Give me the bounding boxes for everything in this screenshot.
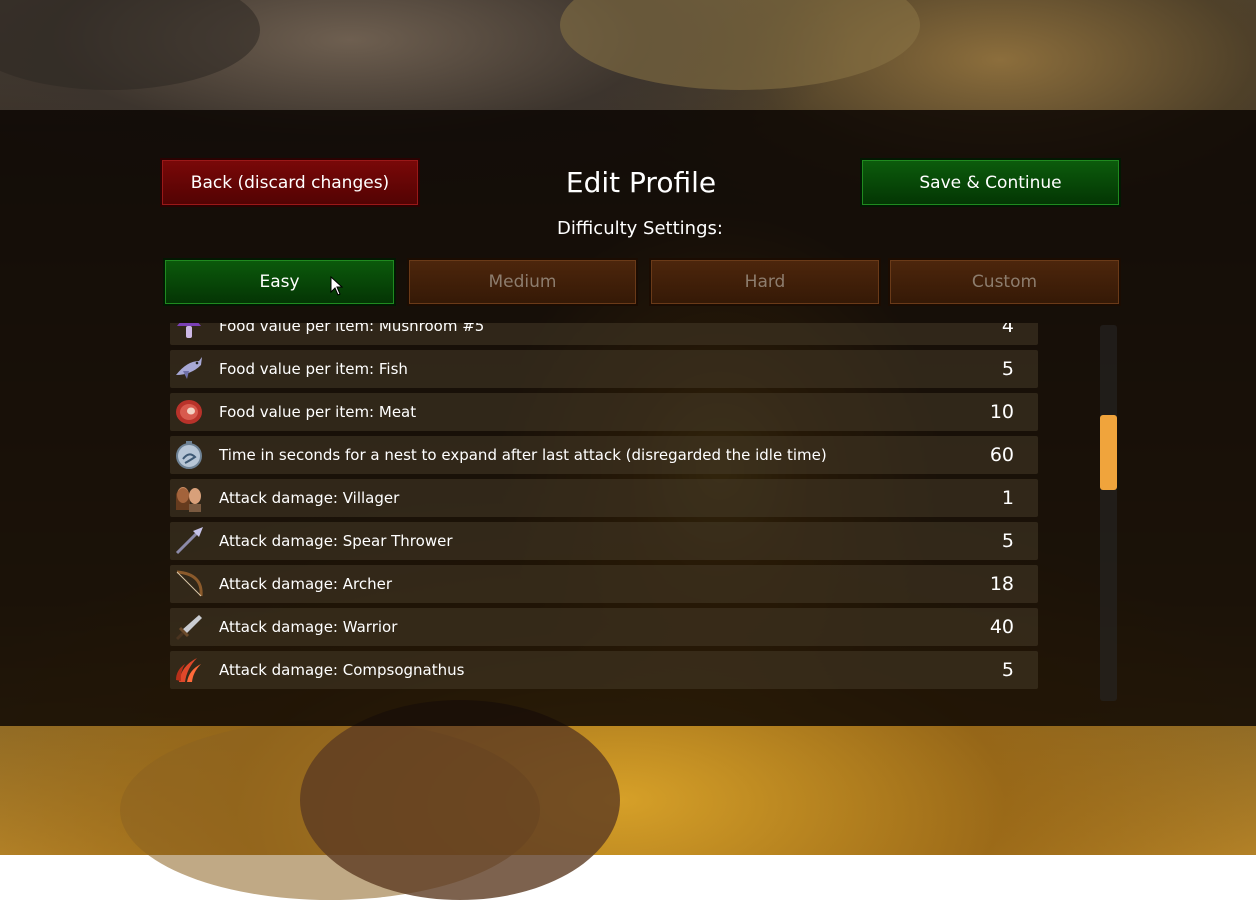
background-rock [0,0,260,90]
setting-row[interactable]: Attack damage: Warrior 40 [170,608,1038,646]
back-discard-button[interactable]: Back (discard changes) [160,158,420,207]
setting-value[interactable]: 5 [1002,350,1014,388]
meat-icon [176,400,202,424]
setting-label: Food value per item: Meat [219,403,417,421]
tab-easy[interactable]: Easy [163,258,396,306]
bow-icon [176,570,203,597]
setting-row[interactable]: Food value per item: Meat 10 [170,393,1038,431]
mushroom-icon [177,323,201,338]
villager-icon [176,487,201,512]
setting-value[interactable]: 1 [1002,479,1014,517]
setting-label: Attack damage: Archer [219,575,392,593]
setting-value[interactable]: 4 [1002,323,1014,345]
setting-label: Attack damage: Warrior [219,618,398,636]
timer-icon [176,441,202,469]
setting-label: Time in seconds for a nest to expand aft… [219,446,827,464]
difficulty-settings-heading: Difficulty Settings: [557,218,723,239]
background-rock [560,0,920,90]
setting-label: Attack damage: Spear Thrower [219,532,453,550]
tab-medium[interactable]: Medium [407,258,638,306]
settings-scrollbar[interactable] [1100,325,1117,701]
save-continue-button[interactable]: Save & Continue [860,158,1121,207]
setting-label: Attack damage: Compsognathus [219,661,465,679]
character-figure [300,700,620,900]
setting-row[interactable]: Attack damage: Spear Thrower 5 [170,522,1038,560]
sword-icon [175,615,202,641]
setting-row[interactable]: Food value per item: Fish 5 [170,350,1038,388]
setting-label: Food value per item: Fish [219,360,408,378]
page-title: Edit Profile [565,166,717,199]
setting-row[interactable]: Attack damage: Villager 1 [170,479,1038,517]
fish-icon [176,357,202,379]
setting-value[interactable]: 5 [1002,522,1014,560]
setting-row[interactable]: Attack damage: Archer 18 [170,565,1038,603]
tab-hard[interactable]: Hard [649,258,881,306]
setting-row[interactable]: Food value per item: Mushroom #5 4 [170,323,1038,345]
setting-label: Food value per item: Mushroom #5 [219,323,485,335]
tab-custom[interactable]: Custom [888,258,1121,306]
settings-list[interactable]: Food value per item: Mushroom #5 4 Food … [170,323,1038,699]
claw-icon [176,658,201,682]
setting-value[interactable]: 10 [990,393,1014,431]
setting-value[interactable]: 60 [990,436,1014,474]
setting-label: Attack damage: Villager [219,489,400,507]
spear-icon [175,527,203,555]
setting-value[interactable]: 5 [1002,651,1014,689]
setting-row[interactable]: Attack damage: Compsognathus 5 [170,651,1038,689]
edit-profile-panel: Back (discard changes) Edit Profile Save… [0,110,1256,726]
setting-row[interactable]: Time in seconds for a nest to expand aft… [170,436,1038,474]
mouse-cursor-icon [330,276,344,296]
setting-value[interactable]: 18 [990,565,1014,603]
scrollbar-thumb[interactable] [1100,415,1117,490]
setting-value[interactable]: 40 [990,608,1014,646]
